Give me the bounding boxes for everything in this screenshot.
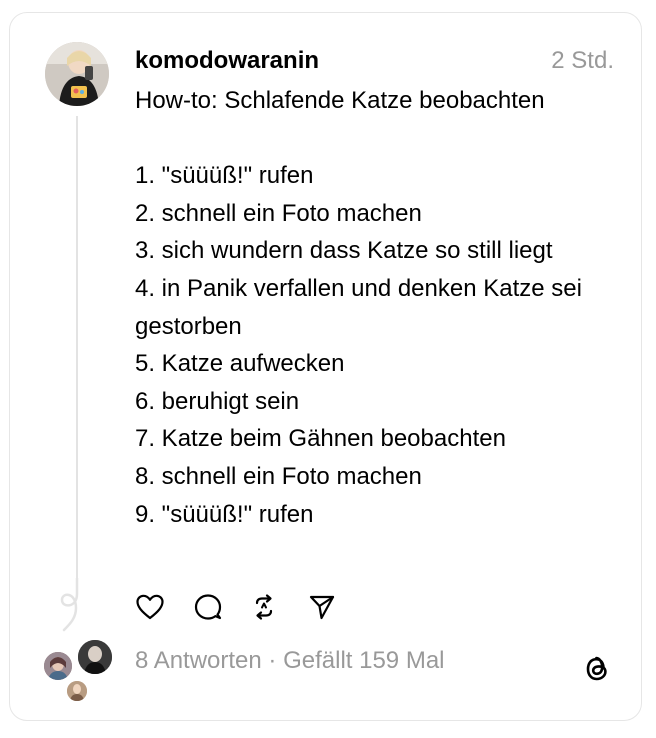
share-icon <box>309 595 335 620</box>
list-item: 5. Katze aufwecken <box>135 350 345 378</box>
thread-line <box>76 116 78 584</box>
comment-icon <box>194 594 222 620</box>
list-item: 9. "süüüß!" rufen <box>135 500 314 528</box>
thread-loop-icon <box>60 578 79 632</box>
avatar <box>42 650 74 682</box>
comment-button[interactable] <box>193 592 223 622</box>
repost-button[interactable] <box>249 592 279 622</box>
list-item: 7. Katze beim Gähnen beobachten <box>135 425 506 453</box>
list-item: 2. schnell ein Foto machen <box>135 199 422 227</box>
profile-photo <box>45 42 109 106</box>
username[interactable]: komodowaranin <box>135 45 319 77</box>
heart-icon <box>136 594 164 620</box>
share-button[interactable] <box>307 592 337 622</box>
reply-avatar-photo <box>44 652 72 680</box>
like-button[interactable] <box>135 592 165 622</box>
likes-count[interactable]: Gefällt 159 Mal <box>283 647 444 674</box>
list-item: 4. in Panik verfallen und denken Katze s… <box>135 274 582 340</box>
stats-separator: · <box>261 647 284 674</box>
post-timestamp[interactable]: 2 Std. <box>551 45 614 77</box>
list-item: 3. sich wundern dass Katze so still lieg… <box>135 237 553 265</box>
post-title: How-to: Schlafende Katze beobachten <box>135 87 545 114</box>
replies-count[interactable]: 8 Antworten <box>135 647 262 674</box>
avatar <box>76 638 114 676</box>
list-item: 1. "süüüß!" rufen <box>135 162 314 190</box>
list-item: 6. beruhigt sein <box>135 387 300 415</box>
profile-avatar[interactable] <box>45 42 109 106</box>
reply-avatar-photo <box>67 681 87 701</box>
reply-avatars[interactable] <box>40 638 116 704</box>
avatar <box>65 679 89 703</box>
reply-avatar-photo <box>78 640 112 674</box>
threads-logo-icon[interactable] <box>582 653 612 685</box>
post-stats: 8 Antworten · Gefällt 159 Mal <box>135 645 445 677</box>
list-item: 8. schnell ein Foto machen <box>135 462 422 490</box>
post-text: How-to: Schlafende Katze beobachten 1. "… <box>135 82 625 533</box>
repost-icon <box>255 594 273 620</box>
steps-list: 1. "süüüß!" rufen 2. schnell ein Foto ma… <box>135 157 625 533</box>
